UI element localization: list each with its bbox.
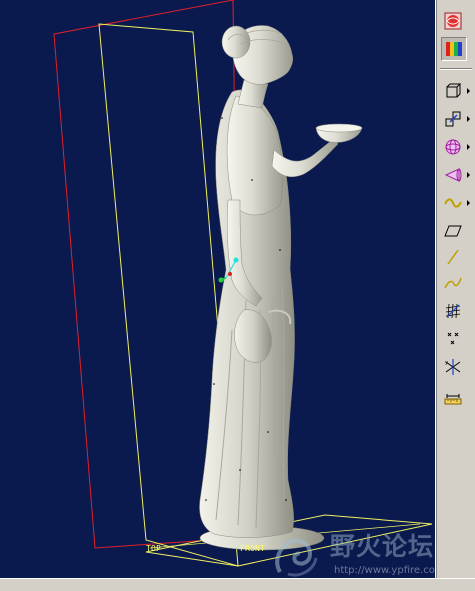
dimension-button[interactable] (441, 386, 465, 408)
sphere-wire-icon (445, 139, 461, 155)
point-cloud-button[interactable] (441, 328, 465, 350)
shaded-sphere-icon (444, 12, 462, 30)
curve-flyout-arrow[interactable] (467, 200, 470, 206)
solid-flyout-arrow[interactable] (467, 144, 470, 150)
scale-arrow-icon (445, 111, 461, 127)
x-points-icon (447, 332, 459, 345)
curve-tool-button[interactable] (441, 192, 465, 214)
rotate-flyout-arrow[interactable] (467, 88, 470, 94)
parallelogram-icon (444, 225, 462, 237)
diagonal-line-icon (447, 249, 459, 265)
3d-viewport[interactable]: TOP FRONT 野火论坛 http://www.ypfire.com (0, 0, 435, 578)
axis-cross-icon: y (445, 359, 461, 375)
svg-text:y: y (445, 360, 448, 366)
statue-arm (271, 137, 339, 177)
spline-tool-button[interactable] (441, 272, 465, 294)
mesh-grid-icon (445, 303, 461, 319)
watermark-url: http://www.ypfire.com (334, 565, 435, 576)
cone-flyout-arrow[interactable] (467, 172, 470, 178)
plane-tool-button[interactable] (441, 220, 465, 242)
axis-align-button[interactable]: y (441, 356, 465, 378)
rotate-view-button[interactable] (441, 80, 465, 102)
watermark-title: 野火论坛 (330, 532, 435, 561)
rotate-cube-icon (446, 83, 462, 98)
front-view-label: FRONT (240, 544, 266, 553)
top-view-label: TOP (146, 544, 162, 553)
scale-view-button[interactable] (441, 108, 465, 130)
scale-flyout-arrow[interactable] (467, 116, 470, 122)
status-bar (0, 578, 475, 591)
model-scene[interactable] (0, 0, 435, 578)
bowl-rim (315, 123, 363, 133)
wave-curve-icon (444, 198, 462, 208)
shaded-render-button[interactable] (441, 10, 465, 32)
right-toolbar: y (435, 0, 475, 578)
toolbar-separator (440, 68, 472, 70)
cone-icon (444, 168, 462, 182)
spline-icon (444, 277, 462, 289)
rainbow-bars-icon (446, 42, 462, 56)
ruler-icon (444, 394, 462, 405)
mesh-grid-button[interactable] (441, 300, 465, 322)
flame-swirl-logo (275, 538, 318, 577)
color-palette-button[interactable] (441, 37, 467, 61)
line-tool-button[interactable] (441, 246, 465, 268)
cone-surface-button[interactable] (441, 164, 465, 186)
solid-primitive-button[interactable] (441, 136, 465, 158)
